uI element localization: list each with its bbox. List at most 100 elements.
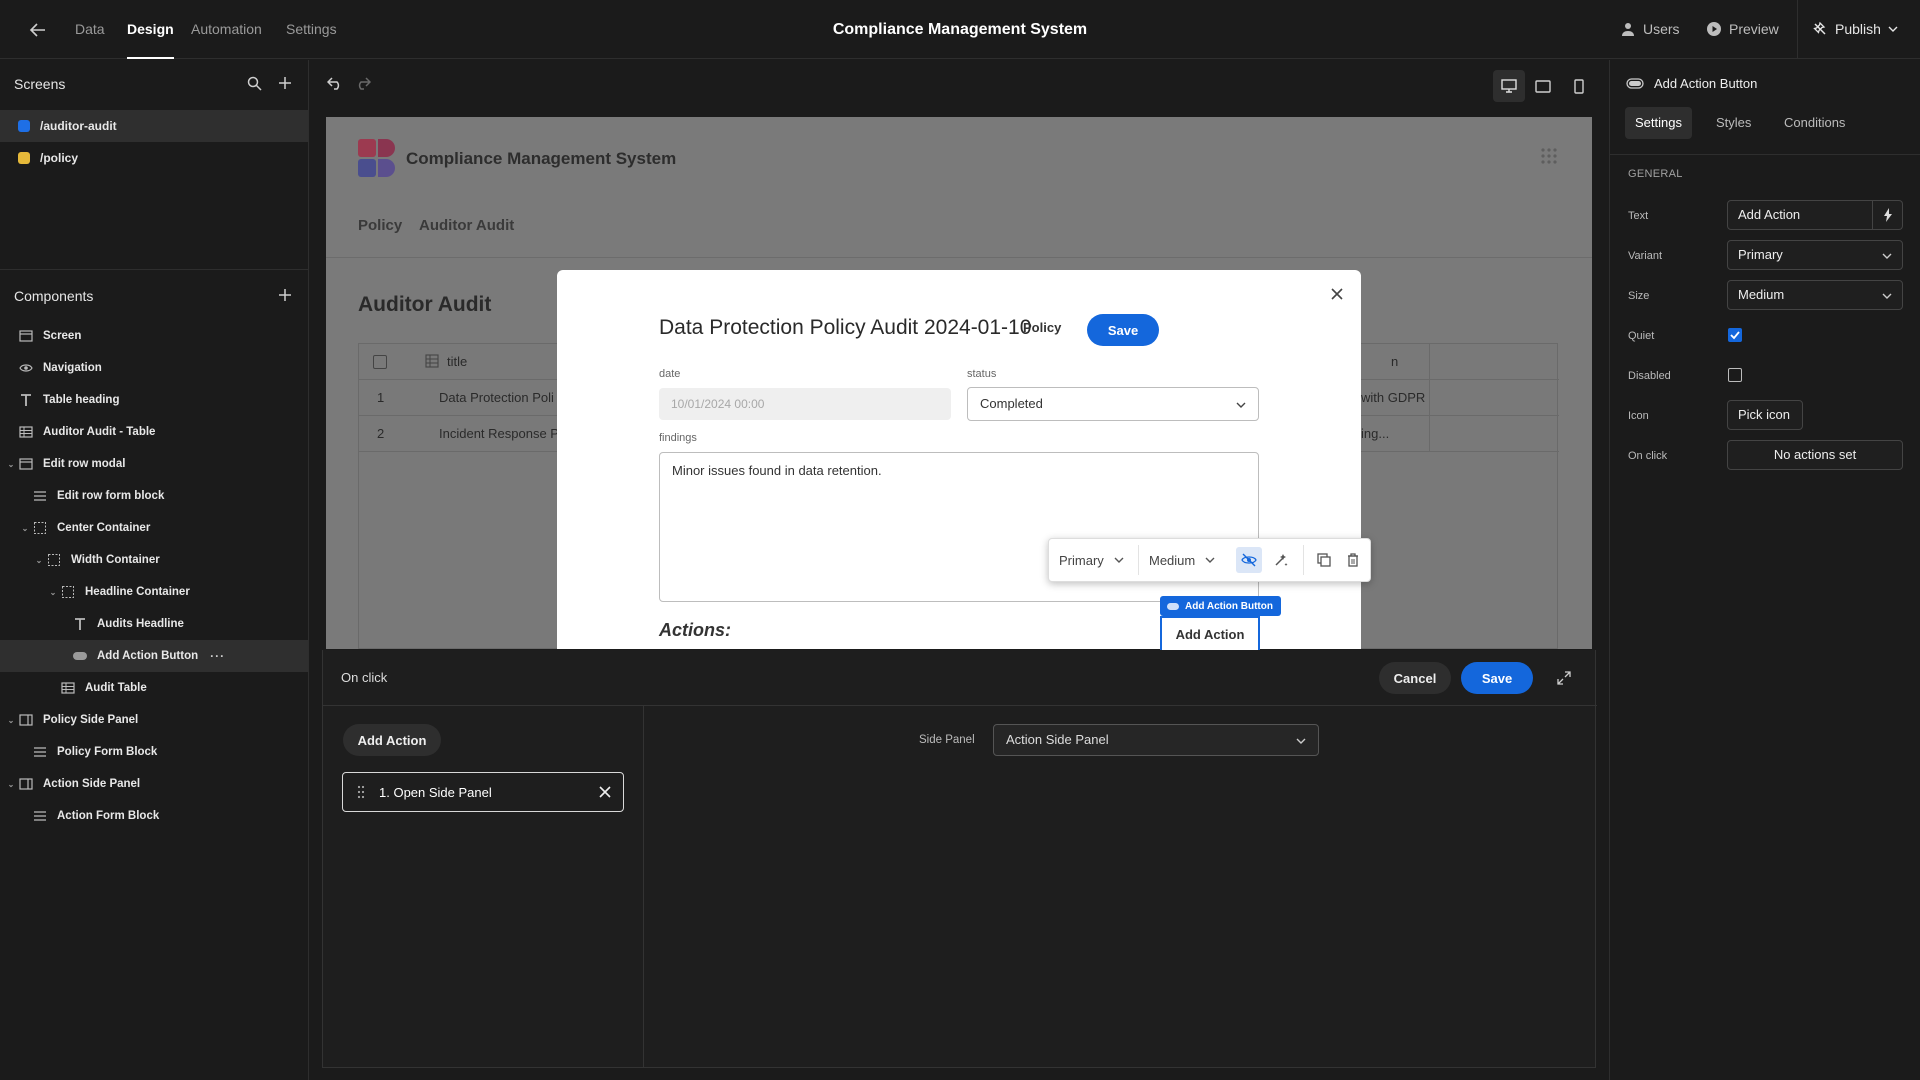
left-sidebar: Screens /auditor-audit /policy Component… bbox=[0, 60, 309, 1080]
component-item-action-side-panel[interactable]: ⌄ Action Side Panel bbox=[0, 768, 308, 800]
edit-row-modal: Data Protection Policy Audit 2024-01-10 … bbox=[557, 270, 1361, 649]
component-item-audit-table[interactable]: Audit Table bbox=[0, 672, 308, 704]
preview-nav-auditor-audit[interactable]: Auditor Audit bbox=[419, 217, 514, 234]
duplicate-icon[interactable] bbox=[1313, 539, 1335, 581]
variant-dropdown[interactable]: Primary bbox=[1059, 539, 1124, 581]
cancel-button[interactable]: Cancel bbox=[1379, 662, 1451, 694]
screen-item-auditor-audit[interactable]: /auditor-audit bbox=[0, 110, 308, 142]
chevron-down-icon[interactable]: ⌄ bbox=[34, 556, 44, 565]
add-action-step-button[interactable]: Add Action bbox=[343, 724, 441, 756]
size-label: Size bbox=[1628, 290, 1650, 302]
play-icon bbox=[1707, 22, 1721, 36]
policy-link-button[interactable]: Policy bbox=[1023, 320, 1061, 335]
preview-button[interactable]: Preview bbox=[1706, 18, 1779, 40]
onclick-actions-button[interactable]: No actions set bbox=[1727, 440, 1903, 470]
chevron-down-icon[interactable]: ⌄ bbox=[48, 588, 58, 597]
undo-icon[interactable] bbox=[324, 72, 346, 94]
tab-data[interactable]: Data bbox=[75, 0, 105, 59]
publish-button[interactable]: Publish bbox=[1812, 18, 1898, 40]
column-header-partial[interactable]: n bbox=[1391, 344, 1398, 380]
drag-handle-icon[interactable] bbox=[357, 785, 365, 799]
text-icon bbox=[72, 616, 88, 632]
component-item-action-form-block[interactable]: Action Form Block bbox=[0, 800, 308, 832]
text-input[interactable]: Add Action bbox=[1727, 200, 1873, 230]
screen-color-swatch bbox=[18, 120, 30, 132]
component-item-policy-side-panel[interactable]: ⌄ Policy Side Panel bbox=[0, 704, 308, 736]
mobile-view-icon[interactable] bbox=[1568, 75, 1590, 97]
column-divider bbox=[1429, 380, 1430, 416]
remove-step-close-icon[interactable] bbox=[599, 786, 611, 798]
delete-icon[interactable] bbox=[1342, 539, 1364, 581]
column-type-icon bbox=[425, 354, 439, 370]
chevron-down-icon bbox=[1882, 293, 1892, 299]
canvas-toolbar bbox=[310, 60, 1608, 116]
back-arrow-icon[interactable] bbox=[26, 18, 50, 42]
modal-save-button[interactable]: Save bbox=[1087, 314, 1159, 346]
tab-settings[interactable]: Settings bbox=[286, 0, 337, 59]
component-item-edit-row-modal[interactable]: ⌄ Edit row modal bbox=[0, 448, 308, 480]
onclick-save-button[interactable]: Save bbox=[1461, 662, 1533, 694]
add-component-icon[interactable] bbox=[274, 284, 296, 306]
status-select[interactable]: Completed bbox=[967, 387, 1259, 421]
select-all-checkbox[interactable] bbox=[373, 355, 387, 369]
component-item-table-heading[interactable]: Table heading bbox=[0, 384, 308, 416]
size-select[interactable]: Medium bbox=[1727, 280, 1903, 310]
preview-nav-policy[interactable]: Policy bbox=[358, 217, 402, 234]
settings-panel-header: Add Action Button bbox=[1626, 76, 1757, 91]
quiet-checkbox[interactable] bbox=[1728, 328, 1742, 342]
date-field[interactable]: 10/01/2024 00:00 bbox=[659, 388, 951, 420]
icon-label: Icon bbox=[1628, 410, 1649, 422]
tab-automation[interactable]: Automation bbox=[191, 0, 262, 59]
add-screen-icon[interactable] bbox=[274, 72, 296, 94]
magic-wand-icon[interactable] bbox=[1269, 539, 1293, 581]
users-button[interactable]: Users bbox=[1620, 18, 1680, 40]
findings-label: findings bbox=[659, 432, 697, 444]
chevron-down-icon[interactable]: ⌄ bbox=[6, 716, 16, 725]
quiet-toggle-icon[interactable] bbox=[1236, 547, 1262, 573]
row-cell: with GDPR bbox=[1361, 390, 1426, 405]
component-item-add-action-button[interactable]: Add Action Button ··· bbox=[0, 640, 308, 672]
tab-design[interactable]: Design bbox=[127, 0, 174, 59]
component-item-width-container[interactable]: ⌄ Width Container bbox=[0, 544, 308, 576]
component-item-screen[interactable]: Screen bbox=[0, 320, 308, 352]
row-number: 2 bbox=[377, 426, 385, 441]
component-item-audits-headline[interactable]: Audits Headline bbox=[0, 608, 308, 640]
component-item-center-container[interactable]: ⌄ Center Container bbox=[0, 512, 308, 544]
size-dropdown[interactable]: Medium bbox=[1149, 539, 1215, 581]
chevron-down-icon[interactable]: ⌄ bbox=[20, 524, 30, 533]
add-action-button[interactable]: Add Action bbox=[1160, 616, 1260, 650]
column-header-title[interactable]: title bbox=[447, 344, 467, 380]
tab-styles[interactable]: Styles bbox=[1706, 107, 1761, 139]
screen-item-policy[interactable]: /policy bbox=[0, 142, 308, 174]
side-panel-select[interactable]: Action Side Panel bbox=[993, 724, 1319, 756]
desktop-view-icon[interactable] bbox=[1493, 70, 1525, 102]
search-icon[interactable] bbox=[243, 72, 265, 94]
table-icon bbox=[18, 424, 34, 440]
chevron-down-icon bbox=[1205, 557, 1215, 563]
tablet-view-icon[interactable] bbox=[1532, 75, 1554, 97]
variant-select[interactable]: Primary bbox=[1727, 240, 1903, 270]
component-item-policy-form-block[interactable]: Policy Form Block bbox=[0, 736, 308, 768]
chevron-down-icon[interactable]: ⌄ bbox=[6, 460, 16, 469]
action-step-item[interactable]: 1. Open Side Panel bbox=[342, 772, 624, 812]
chevron-down-icon bbox=[1296, 738, 1306, 744]
modal-title: Data Protection Policy Audit 2024-01-10 bbox=[659, 316, 1032, 339]
pick-icon-button[interactable]: Pick icon bbox=[1727, 400, 1803, 430]
tab-conditions[interactable]: Conditions bbox=[1774, 107, 1855, 139]
eye-icon bbox=[18, 360, 34, 376]
grid-icon[interactable] bbox=[1541, 148, 1557, 164]
chevron-down-icon[interactable]: ⌄ bbox=[6, 780, 16, 789]
text-icon bbox=[18, 392, 34, 408]
component-item-edit-row-form-block[interactable]: Edit row form block bbox=[0, 480, 308, 512]
component-item-auditor-audit-table[interactable]: Auditor Audit - Table bbox=[0, 416, 308, 448]
disabled-checkbox[interactable] bbox=[1728, 368, 1742, 382]
component-item-navigation[interactable]: Navigation bbox=[0, 352, 308, 384]
redo-icon[interactable] bbox=[352, 72, 374, 94]
component-item-headline-container[interactable]: ⌄ Headline Container bbox=[0, 576, 308, 608]
expand-icon[interactable] bbox=[1553, 667, 1575, 689]
binding-lightning-icon[interactable] bbox=[1873, 200, 1903, 230]
tab-settings-panel[interactable]: Settings bbox=[1625, 107, 1692, 139]
close-icon[interactable] bbox=[1327, 284, 1347, 304]
app-logo-icon bbox=[358, 139, 396, 177]
more-options-icon[interactable]: ··· bbox=[210, 649, 225, 663]
